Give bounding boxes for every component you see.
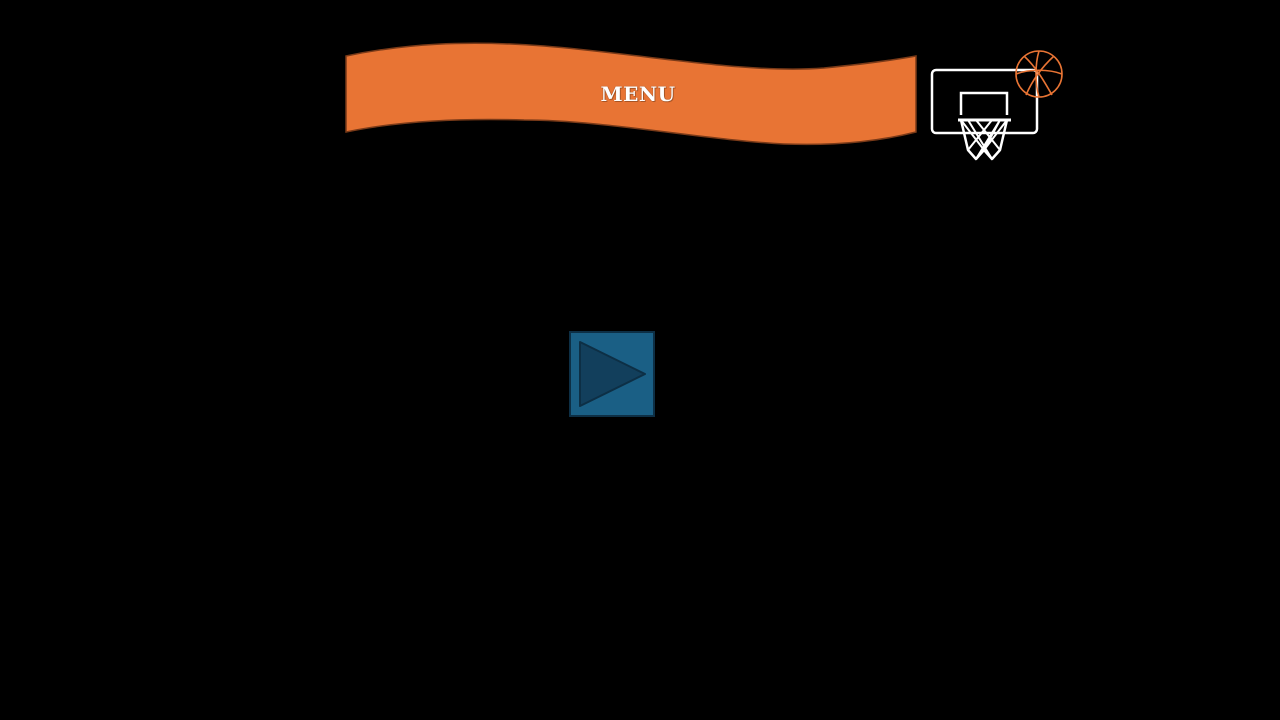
menu-banner: MENU (344, 40, 918, 148)
basketball-icon (1015, 50, 1063, 98)
basketball-hoop-icon (928, 48, 1068, 164)
menu-title: MENU (600, 82, 676, 106)
play-button[interactable] (569, 331, 655, 417)
menu-screen: MENU (0, 0, 1280, 720)
